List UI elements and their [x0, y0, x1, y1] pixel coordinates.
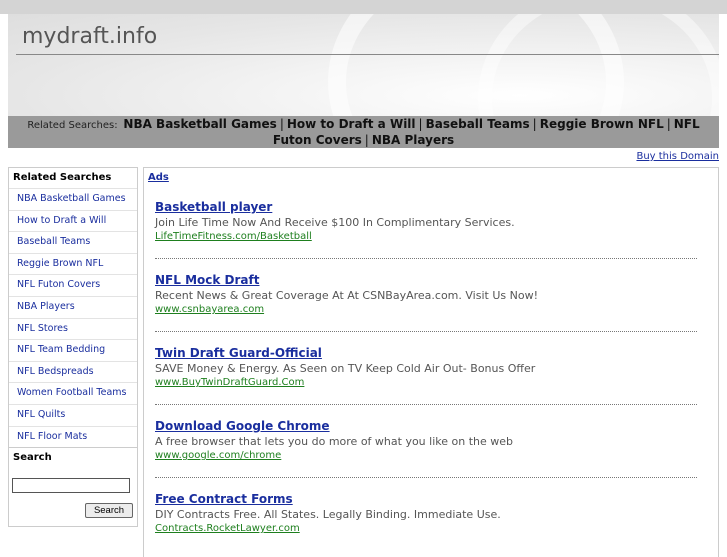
site-title[interactable]: mydraft.info	[22, 24, 157, 49]
ad-description: DIY Contracts Free. All States. Legally …	[155, 508, 501, 521]
search-box: Search Search	[8, 447, 138, 527]
ad-item: Basketball player Join Life Time Now And…	[155, 200, 697, 259]
ads-panel: Ads Basketball player Join Life Time Now…	[143, 167, 719, 557]
ad-url[interactable]: www.google.com/chrome	[155, 450, 281, 461]
sidebar-related-searches: Related Searches NBA Basketball Games Ho…	[8, 167, 138, 449]
sidebar-item-how-to-draft-a-will[interactable]: How to Draft a Will	[9, 209, 137, 232]
ad-item: NFL Mock Draft Recent News & Great Cover…	[155, 273, 697, 332]
search-input[interactable]	[12, 478, 130, 493]
ad-title[interactable]: Download Google Chrome	[155, 419, 330, 433]
ad-url[interactable]: LifeTimeFitness.com/Basketball	[155, 231, 312, 242]
search-button[interactable]: Search	[85, 503, 133, 518]
sidebar-item-reggie-brown-nfl[interactable]: Reggie Brown NFL	[9, 252, 137, 275]
site-header: mydraft.info	[8, 14, 719, 116]
ad-item: Free Contract Forms DIY Contracts Free. …	[155, 492, 697, 550]
separator: |	[418, 117, 423, 131]
separator: |	[279, 117, 284, 131]
ad-title[interactable]: Basketball player	[155, 200, 272, 214]
ads-label[interactable]: Ads	[148, 172, 169, 183]
sidebar-item-nba-players[interactable]: NBA Players	[9, 295, 137, 318]
separator: |	[364, 133, 369, 147]
related-link-nba-players[interactable]: NBA Players	[372, 133, 454, 147]
sidebar-item-baseball-teams[interactable]: Baseball Teams	[9, 231, 137, 253]
ad-description: Join Life Time Now And Receive $100 In C…	[155, 216, 515, 229]
related-link-how-to-draft-a-will[interactable]: How to Draft a Will	[287, 117, 416, 131]
sidebar-item-nba-basketball-games[interactable]: NBA Basketball Games	[9, 188, 137, 210]
sidebar-item-women-football-teams[interactable]: Women Football Teams	[9, 382, 137, 404]
ad-description: Recent News & Great Coverage At At CSNBa…	[155, 289, 538, 302]
separator: |	[532, 117, 537, 131]
sidebar-item-nfl-quilts[interactable]: NFL Quilts	[9, 403, 137, 426]
top-bar	[0, 0, 727, 14]
ad-item: Twin Draft Guard-Official SAVE Money & E…	[155, 346, 697, 405]
related-link-nba-basketball-games[interactable]: NBA Basketball Games	[123, 117, 276, 131]
sidebar-item-nfl-bedspreads[interactable]: NFL Bedspreads	[9, 360, 137, 383]
sidebar-item-nfl-futon-covers[interactable]: NFL Futon Covers	[9, 274, 137, 296]
ad-title[interactable]: Free Contract Forms	[155, 492, 293, 506]
ad-description: SAVE Money & Energy. As Seen on TV Keep …	[155, 362, 536, 375]
related-searches-bar: Related Searches: NBA Basketball Games | H…	[8, 116, 719, 148]
header-decoration	[478, 14, 719, 116]
sidebar-heading: Related Searches	[9, 168, 137, 188]
related-link-reggie-brown-nfl[interactable]: Reggie Brown NFL	[540, 117, 664, 131]
ad-item: Download Google Chrome A free browser th…	[155, 419, 697, 478]
ad-url[interactable]: www.BuyTwinDraftGuard.Com	[155, 377, 304, 388]
related-searches-label: Related Searches:	[27, 120, 118, 131]
sidebar-item-nfl-floor-mats[interactable]: NFL Floor Mats	[9, 425, 137, 448]
ad-url[interactable]: Contracts.RocketLawyer.com	[155, 523, 300, 534]
separator: |	[666, 117, 671, 131]
buy-domain-link[interactable]: Buy this Domain	[636, 151, 719, 162]
ad-description: A free browser that lets you do more of …	[155, 435, 513, 448]
ad-title[interactable]: NFL Mock Draft	[155, 273, 259, 287]
sidebar-item-nfl-team-bedding[interactable]: NFL Team Bedding	[9, 339, 137, 361]
sidebar-item-nfl-stores[interactable]: NFL Stores	[9, 317, 137, 340]
ad-url[interactable]: www.csnbayarea.com	[155, 304, 264, 315]
search-heading: Search	[9, 448, 137, 468]
header-divider	[16, 54, 719, 55]
related-link-baseball-teams[interactable]: Baseball Teams	[426, 117, 530, 131]
ad-title[interactable]: Twin Draft Guard-Official	[155, 346, 322, 360]
